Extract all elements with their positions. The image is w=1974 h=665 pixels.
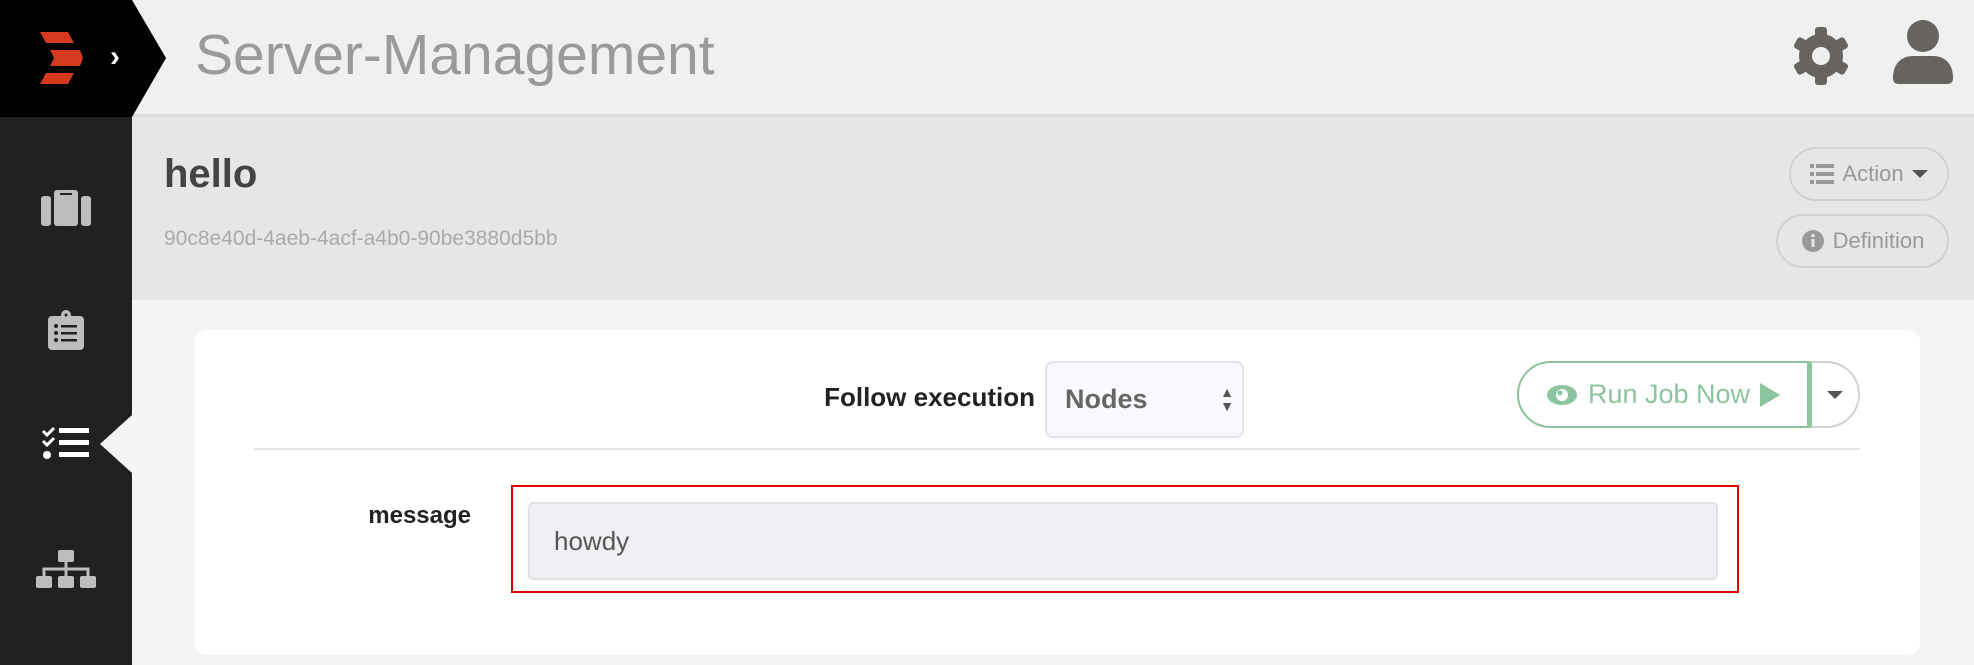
list-icon [1810, 164, 1835, 184]
run-job-now-button[interactable]: Run Job Now [1517, 361, 1809, 428]
action-label: Action [1842, 161, 1904, 186]
info-circle-icon [1801, 230, 1824, 252]
follow-execution-label: Follow execution [824, 382, 1035, 412]
follow-execution-value: Nodes [1065, 384, 1148, 414]
sidebar: › [0, 0, 166, 665]
message-input[interactable] [528, 502, 1718, 580]
sidebar-item-nodes[interactable] [22, 540, 110, 600]
caret-down-icon [1911, 170, 1928, 178]
clipboard-list-icon [48, 310, 84, 350]
definition-button[interactable]: Definition [1776, 214, 1949, 268]
eye-icon [1546, 384, 1577, 405]
active-item-pointer [100, 415, 132, 473]
run-job-now-label: Run Job Now [1587, 379, 1751, 409]
option-label-message: message [368, 502, 471, 529]
play-icon [1760, 382, 1781, 407]
app-title: Server-Management [195, 23, 715, 87]
select-arrows-icon: ▲ ▼ [1220, 384, 1234, 414]
caret-down-icon [1827, 390, 1843, 399]
logo-arrow [132, 0, 166, 117]
user-icon[interactable] [1893, 20, 1953, 86]
highlight-box [511, 485, 1739, 593]
run-options-dropdown-button[interactable] [1809, 361, 1860, 428]
job-header: hello 90c8e40d-4aeb-4acf-a4b0-90be3880d5… [132, 117, 1974, 300]
follow-execution-select[interactable]: Nodes ▲ ▼ [1045, 361, 1244, 438]
job-uuid: 90c8e40d-4aeb-4acf-a4b0-90be3880d5bb [164, 227, 558, 250]
suitcase-icon [41, 190, 91, 226]
action-button[interactable]: Action [1789, 147, 1949, 201]
gear-icon[interactable] [1790, 25, 1852, 87]
sitemap-icon [36, 550, 96, 588]
sidebar-item-activity[interactable] [22, 300, 110, 360]
sidebar-item-projects[interactable] [22, 178, 110, 238]
divider [254, 448, 1860, 450]
top-bar: Server-Management [132, 0, 1974, 117]
definition-label: Definition [1832, 228, 1925, 253]
expand-sidebar-chevron-icon[interactable]: › [110, 40, 120, 74]
tasks-icon [41, 426, 89, 459]
job-name: hello [164, 152, 258, 196]
run-job-card: Follow execution Nodes ▲ ▼ Run Job Now me… [195, 330, 1920, 655]
sidebar-item-jobs[interactable] [22, 413, 110, 473]
